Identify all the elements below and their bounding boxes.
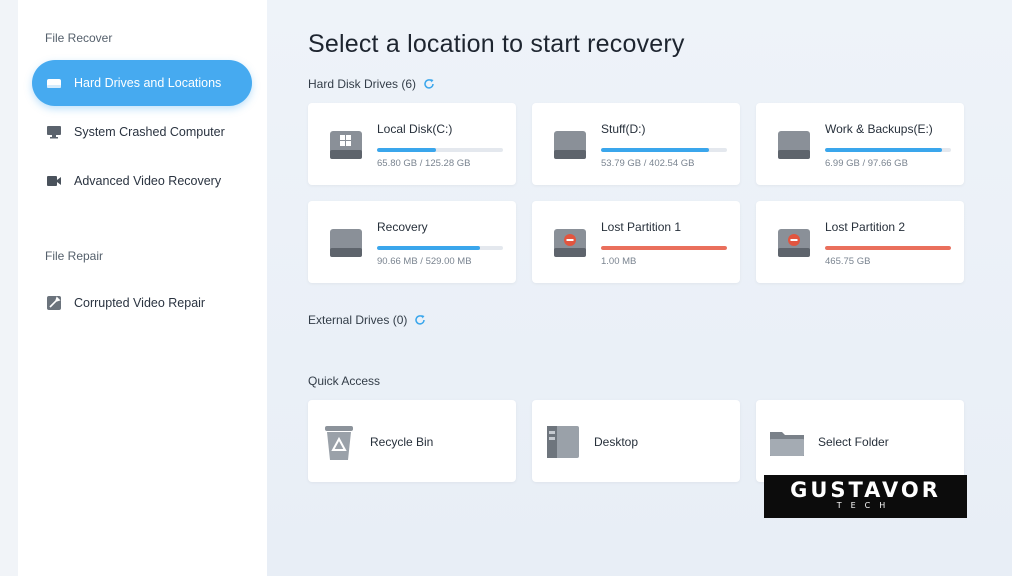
- watermark-subtitle: TECH: [836, 501, 895, 510]
- section-file-repair: File Repair: [45, 249, 104, 263]
- drive-card-recovery[interactable]: Recovery 90.66 MB / 529.00 MB: [308, 201, 516, 283]
- drive-name: Lost Partition 2: [825, 220, 906, 234]
- usage-bar: [601, 246, 727, 250]
- external-drives-header: External Drives (0): [308, 313, 426, 327]
- sidebar-item-advanced-video[interactable]: Advanced Video Recovery: [32, 158, 252, 204]
- drive-size: 465.75 GB: [825, 256, 871, 267]
- drive-size: 6.99 GB / 97.66 GB: [825, 158, 908, 169]
- usage-bar: [825, 246, 951, 250]
- quick-access-label: Desktop: [594, 435, 639, 449]
- quick-access-recycle-bin[interactable]: Recycle Bin: [308, 400, 516, 482]
- quick-access-label: Select Folder: [818, 435, 889, 449]
- section-file-recover: File Recover: [45, 31, 113, 45]
- video-camera-icon: [46, 173, 62, 189]
- folder-icon: [770, 432, 804, 456]
- drive-size: 53.79 GB / 402.54 GB: [601, 158, 695, 169]
- refresh-icon[interactable]: [414, 314, 426, 326]
- sidebar-item-corrupted-video[interactable]: Corrupted Video Repair: [32, 280, 252, 326]
- monitor-icon: [46, 124, 62, 140]
- hard-disk-drives-label: Hard Disk Drives (6): [308, 77, 417, 91]
- sidebar-item-hard-drives[interactable]: Hard Drives and Locations: [32, 60, 252, 106]
- repair-tool-icon: [46, 295, 62, 311]
- window-right-edge: [1012, 0, 1024, 576]
- windows-drive-icon: [330, 131, 362, 159]
- sidebar: File Recover Hard Drives and Locations S…: [18, 0, 267, 576]
- sidebar-item-label: Advanced Video Recovery: [74, 174, 222, 188]
- sidebar-item-label: Corrupted Video Repair: [74, 296, 206, 310]
- usage-bar: [377, 148, 503, 152]
- external-drives-label: External Drives (0): [308, 313, 408, 327]
- drive-name: Lost Partition 1: [601, 220, 682, 234]
- window-left-edge: [0, 0, 18, 576]
- quick-access-select-folder[interactable]: Select Folder: [756, 400, 964, 482]
- lost-partition-icon: [554, 229, 586, 257]
- drive-size: 1.00 MB: [601, 256, 637, 267]
- hard-drive-icon: [778, 131, 810, 159]
- recycle-bin-icon: [325, 426, 353, 460]
- watermark-title: GUSTAVOR: [790, 478, 941, 502]
- usage-bar-fill: [825, 148, 943, 152]
- usage-bar-fill: [601, 246, 727, 250]
- drive-card-lost-1[interactable]: Lost Partition 1 1.00 MB: [532, 201, 740, 283]
- drive-name: Stuff(D:): [601, 122, 646, 136]
- quick-access-label: Recycle Bin: [370, 435, 434, 449]
- usage-bar-fill: [825, 246, 951, 250]
- sidebar-item-label: System Crashed Computer: [74, 125, 225, 139]
- hard-drive-icon: [330, 229, 362, 257]
- drive-name: Recovery: [377, 220, 428, 234]
- usage-bar: [377, 246, 503, 250]
- drive-card-e[interactable]: Work & Backups(E:) 6.99 GB / 97.66 GB: [756, 103, 964, 185]
- drive-size: 90.66 MB / 529.00 MB: [377, 256, 472, 267]
- usage-bar-fill: [377, 148, 437, 152]
- quick-access-label: Quick Access: [308, 374, 381, 388]
- sidebar-item-system-crashed[interactable]: System Crashed Computer: [32, 109, 252, 155]
- drive-card-c[interactable]: Local Disk(C:) 65.80 GB / 125.28 GB: [308, 103, 516, 185]
- usage-bar-fill: [601, 148, 710, 152]
- desktop-icon: [547, 426, 579, 458]
- usage-bar-fill: [377, 246, 481, 250]
- drive-size: 65.80 GB / 125.28 GB: [377, 158, 471, 169]
- hard-drive-icon: [46, 75, 62, 91]
- sidebar-item-label: Hard Drives and Locations: [74, 76, 222, 90]
- usage-bar: [825, 148, 951, 152]
- quick-access-desktop[interactable]: Desktop: [532, 400, 740, 482]
- hard-disk-drives-header: Hard Disk Drives (6): [308, 77, 435, 91]
- page-title: Select a location to start recovery: [308, 30, 685, 58]
- drive-name: Work & Backups(E:): [825, 122, 933, 136]
- quick-access-header: Quick Access: [308, 374, 380, 388]
- drive-card-lost-2[interactable]: Lost Partition 2 465.75 GB: [756, 201, 964, 283]
- usage-bar: [601, 148, 727, 152]
- drive-name: Local Disk(C:): [377, 122, 453, 136]
- lost-partition-icon: [778, 229, 810, 257]
- drive-card-d[interactable]: Stuff(D:) 53.79 GB / 402.54 GB: [532, 103, 740, 185]
- watermark-logo: GUSTAVOR TECH: [764, 475, 967, 518]
- hard-drive-icon: [554, 131, 586, 159]
- refresh-icon[interactable]: [423, 78, 435, 90]
